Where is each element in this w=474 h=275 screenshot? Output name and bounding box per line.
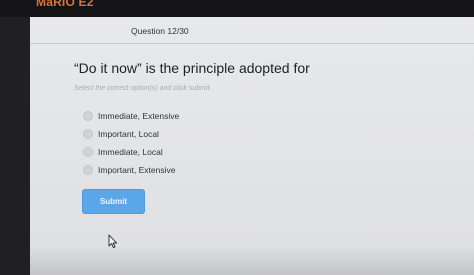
top-bar: MaRIO E2 <box>0 0 474 17</box>
option-label: Immediate, Local <box>98 147 163 157</box>
option-immediate-local[interactable]: Immediate, Local <box>83 143 179 161</box>
question-counter: Question 12/30 <box>131 26 189 36</box>
screen-shadow <box>30 245 474 275</box>
option-label: Important, Local <box>98 129 159 139</box>
submit-button[interactable]: Submit <box>83 190 144 213</box>
radio-button[interactable] <box>83 165 93 175</box>
radio-button[interactable] <box>83 147 93 157</box>
question-text: “Do it now” is the principle adopted for <box>74 60 310 76</box>
option-label: Important, Extensive <box>98 165 176 175</box>
option-important-local[interactable]: Important, Local <box>83 125 179 143</box>
option-important-extensive[interactable]: Important, Extensive <box>83 161 179 179</box>
options-list: Immediate, Extensive Important, Local Im… <box>83 107 179 179</box>
option-label: Immediate, Extensive <box>98 111 180 121</box>
left-rail <box>0 17 30 275</box>
option-immediate-extensive[interactable]: Immediate, Extensive <box>83 107 179 125</box>
radio-button[interactable] <box>83 111 93 121</box>
brand-logo: MaRIO E2 <box>36 0 94 9</box>
instruction-text: Select the correct option(s) and click s… <box>74 85 212 92</box>
header-divider <box>30 43 474 44</box>
radio-button[interactable] <box>83 129 93 139</box>
